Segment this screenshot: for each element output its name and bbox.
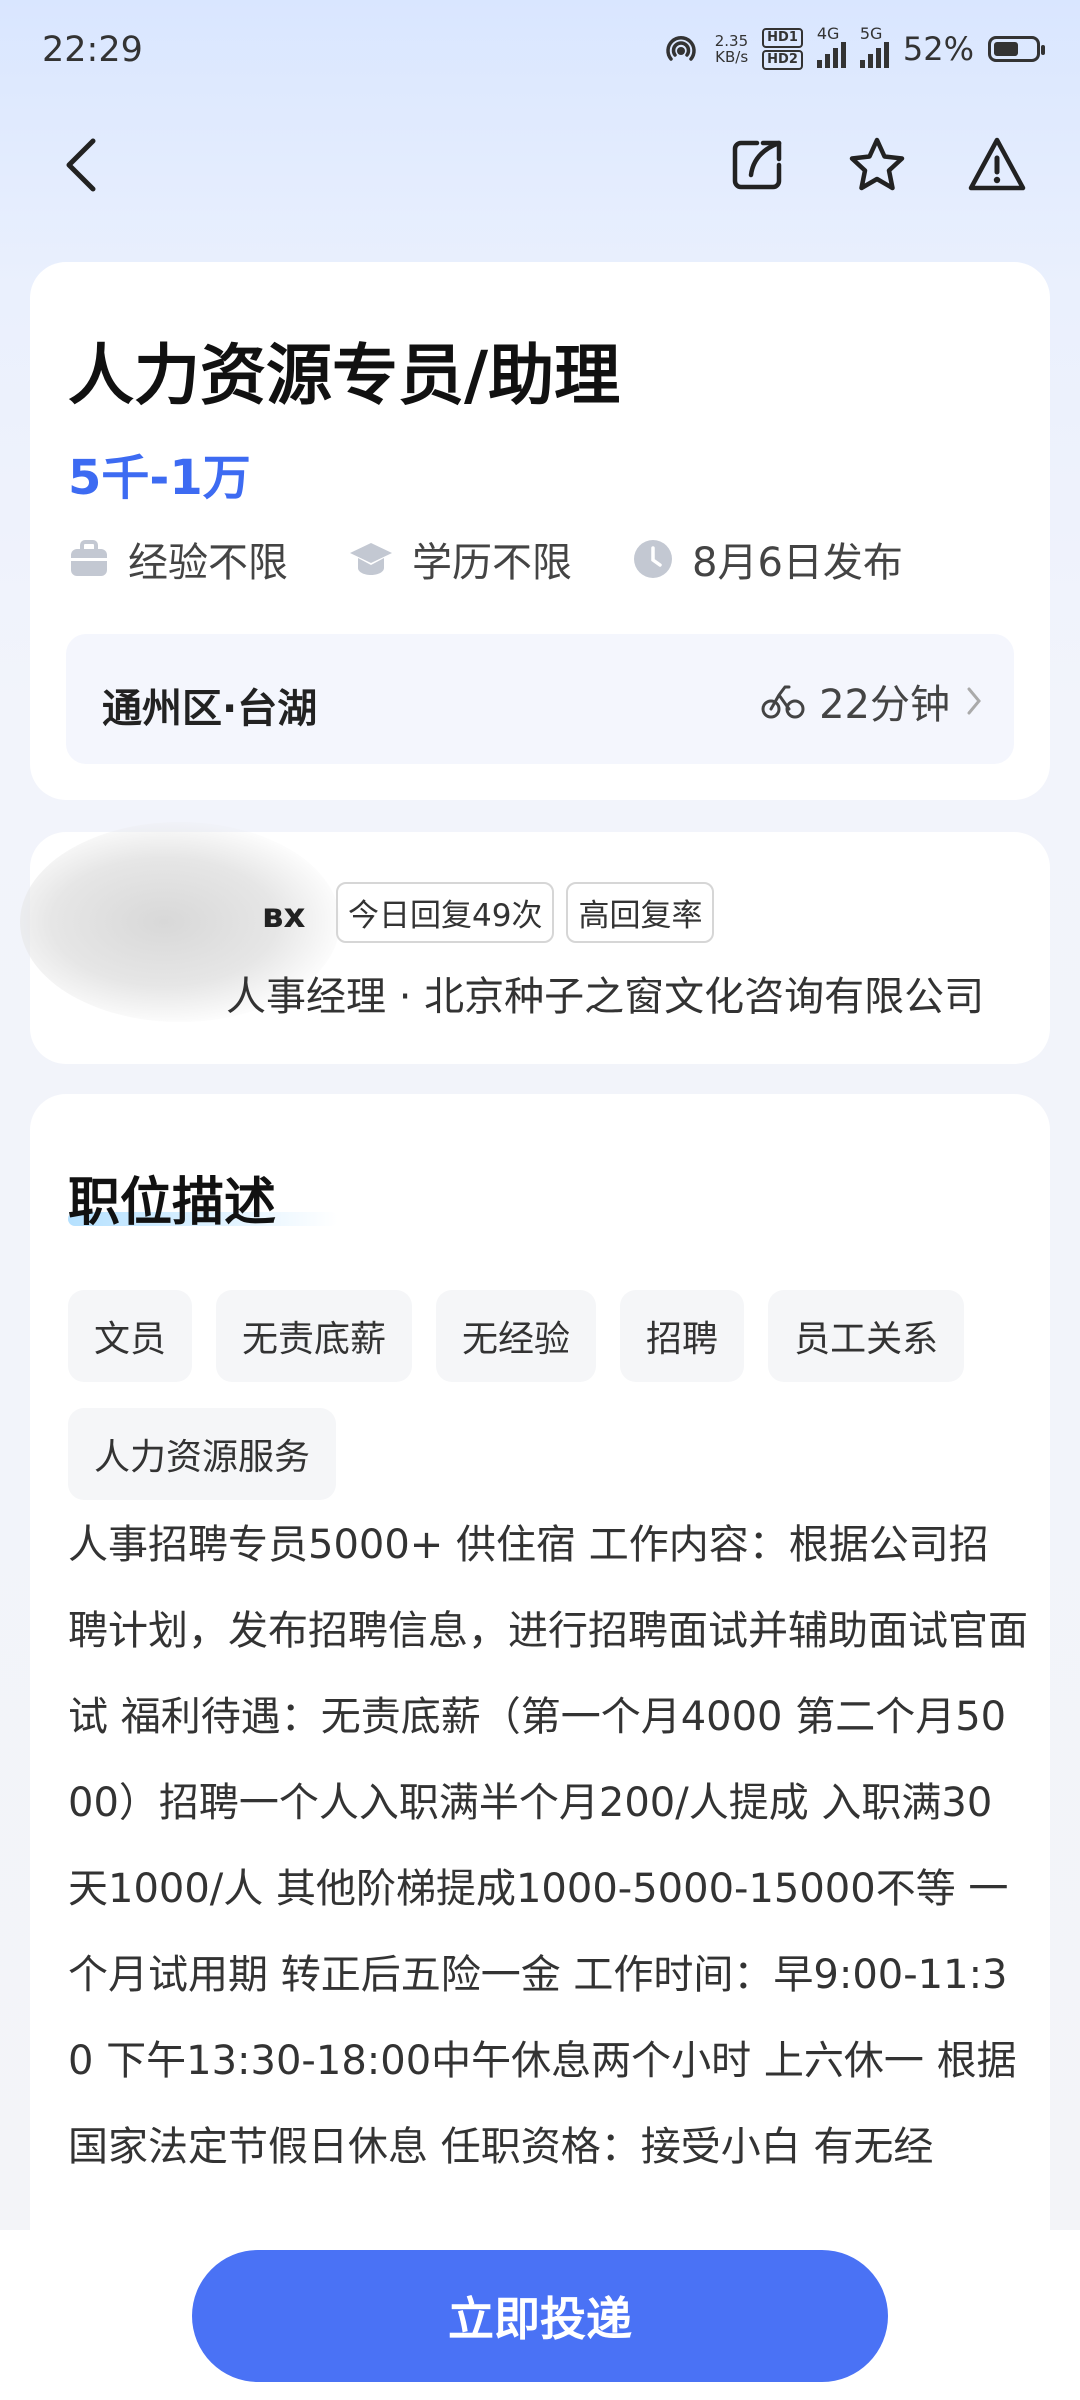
signal-5g-label: 5G — [859, 24, 883, 43]
posted-text: 8月6日发布 — [692, 540, 903, 586]
star-icon — [849, 137, 905, 191]
chevron-right-icon — [967, 687, 981, 715]
job-meta: 经验不限 学历不限 8月6日发布 — [68, 530, 903, 588]
job-title: 人力资源专员/助理 — [68, 337, 621, 414]
favorite-button[interactable] — [842, 130, 912, 200]
chevron-left-icon — [66, 138, 96, 192]
recruiter-badges: 今日回复49次 高回复率 — [336, 882, 715, 943]
status-time: 22:29 — [42, 30, 143, 70]
signal-4g-label: 4G — [816, 24, 840, 43]
battery-percent: 52% — [902, 30, 974, 68]
back-button[interactable] — [46, 130, 116, 200]
commute-text: 22分钟 — [819, 682, 950, 728]
net-speed-value: 2.35 — [714, 32, 749, 50]
education-text: 学历不限 — [412, 540, 572, 586]
hd-indicator: HD1 HD2 — [762, 28, 803, 70]
report-button[interactable] — [962, 130, 1032, 200]
experience-text: 经验不限 — [128, 540, 288, 586]
education-item: 学历不限 — [348, 530, 572, 588]
location-bar[interactable]: 通州区·台湖 22分钟 — [66, 634, 1014, 764]
recruiter-title-company: 人事经理 · 北京种子之窗文化咨询有限公司 — [226, 974, 985, 1020]
job-summary-card: 人力资源专员/助理 5千-1万 经验不限 学历不限 8月6日发布 通州区·台湖 … — [30, 262, 1050, 800]
bottom-action-bar: 立即投递 — [0, 2230, 1080, 2400]
warning-icon — [968, 137, 1026, 191]
graduation-cap-icon — [350, 543, 392, 575]
section-title: 职位描述 — [68, 1173, 277, 1233]
clock-icon — [634, 540, 672, 578]
posted-item: 8月6日发布 — [632, 530, 903, 588]
location-text: 通州区·台湖 — [102, 686, 318, 732]
reply-count-badge: 今日回复49次 — [336, 882, 555, 943]
skill-tag: 无责底薪 — [216, 1290, 413, 1382]
top-nav — [0, 130, 1080, 200]
hd2-label: HD2 — [762, 50, 803, 70]
commute-info: 22分钟 — [761, 672, 984, 730]
signal-4g-icon: 4G — [816, 24, 846, 68]
status-icons: 2.35 KB/s HD1 HD2 4G 5G 52% — [661, 24, 1045, 70]
net-speed-unit: KB/s — [715, 48, 749, 66]
briefcase-icon — [71, 540, 107, 576]
share-icon — [732, 140, 782, 190]
network-speed: 2.35 KB/s — [715, 33, 748, 65]
bicycle-icon — [761, 685, 805, 719]
skill-tag: 人力资源服务 — [68, 1408, 337, 1500]
experience-item: 经验不限 — [68, 530, 288, 588]
skill-tag: 文员 — [68, 1290, 193, 1382]
skill-tag: 招聘 — [620, 1290, 745, 1382]
job-description-card: 职位描述 文员 无责底薪 无经验 招聘 员工关系 人力资源服务 人事招聘专员50… — [30, 1094, 1050, 2294]
hotspot-icon — [666, 35, 696, 61]
apply-button[interactable]: 立即投递 — [192, 2250, 888, 2382]
job-salary: 5千-1万 — [68, 450, 251, 506]
share-button[interactable] — [722, 130, 792, 200]
hd1-label: HD1 — [762, 28, 803, 48]
recruiter-card[interactable]: вх 今日回复49次 高回复率 人事经理 · 北京种子之窗文化咨询有限公司 — [20, 822, 1050, 1064]
status-bar: 22:29 2.35 KB/s HD1 HD2 4G 5G 52% — [0, 0, 1080, 100]
skill-tags: 文员 无责底薪 无经验 招聘 员工关系 人力资源服务 — [68, 1290, 1018, 1500]
skill-tag: 无经验 — [436, 1290, 597, 1382]
reply-rate-badge: 高回复率 — [566, 882, 715, 943]
battery-icon — [988, 36, 1045, 62]
recruiter-name: вх — [262, 896, 306, 936]
signal-5g-icon: 5G — [859, 24, 889, 68]
skill-tag: 员工关系 — [768, 1290, 965, 1382]
description-text: 人事招聘专员5000+ 供住宿 工作内容：根据公司招聘计划，发布招聘信息，进行招… — [68, 1522, 1028, 2170]
